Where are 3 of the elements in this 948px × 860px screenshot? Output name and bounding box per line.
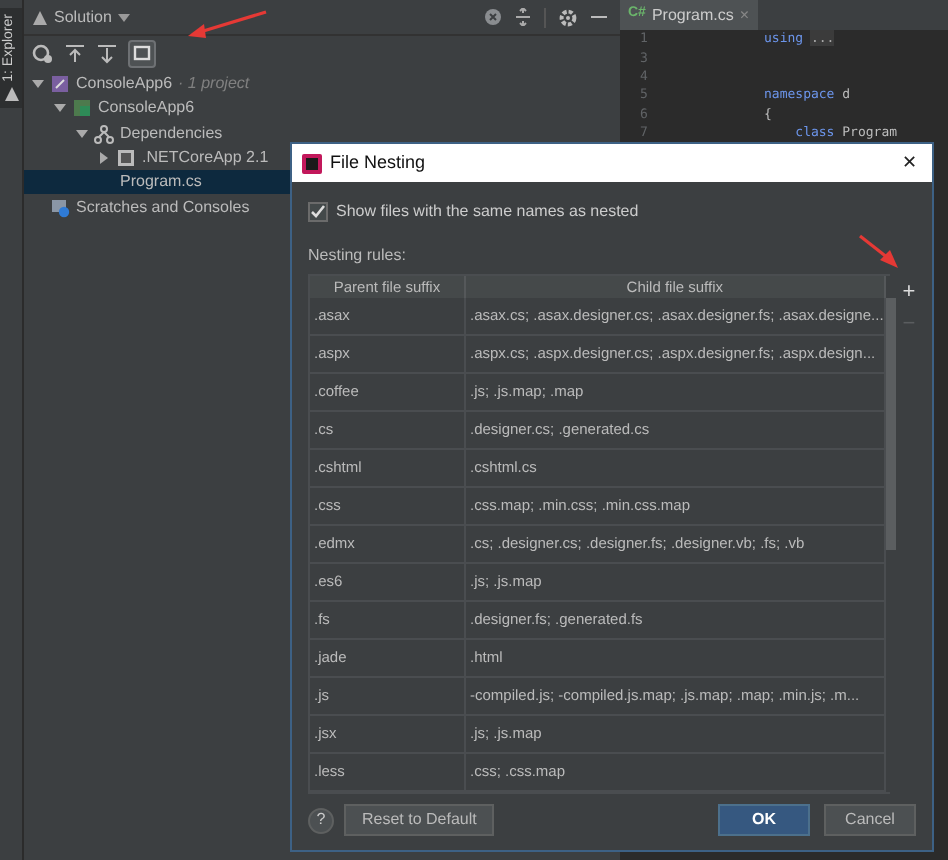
nesting-rules-label: Nesting rules: (308, 244, 406, 268)
dialog-title: File Nesting (330, 149, 426, 176)
project-count: · 1 project (178, 72, 250, 97)
